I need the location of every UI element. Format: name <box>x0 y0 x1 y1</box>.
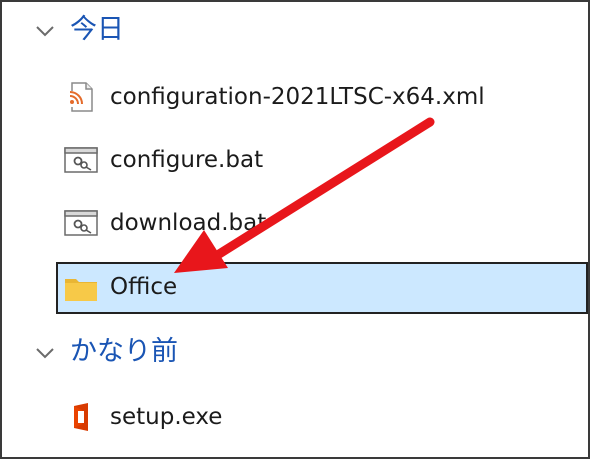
group-header-today[interactable]: 今日 <box>2 10 588 50</box>
file-item-setup-exe[interactable]: setup.exe <box>56 392 588 442</box>
folder-item-office[interactable]: Office <box>56 262 588 314</box>
folder-icon <box>65 279 97 301</box>
file-item-download-bat[interactable]: download.bat <box>56 198 588 248</box>
chevron-down-icon[interactable] <box>35 346 55 360</box>
file-list-window: 今日 configuration-2021LTSC-x64.xml config… <box>0 0 590 459</box>
chevron-down-icon[interactable] <box>35 24 55 38</box>
folder-name: Office <box>110 274 178 300</box>
file-item-configuration-xml[interactable]: configuration-2021LTSC-x64.xml <box>56 72 588 122</box>
group-header-long-ago[interactable]: かなり前 <box>2 332 588 372</box>
file-name: configure.bat <box>110 147 264 173</box>
file-name: configuration-2021LTSC-x64.xml <box>110 84 485 110</box>
office-setup-icon <box>74 403 88 431</box>
xml-file-icon <box>67 82 93 112</box>
group-label-today: 今日 <box>70 14 124 45</box>
file-item-configure-bat[interactable]: configure.bat <box>56 135 588 185</box>
file-name: download.bat <box>110 210 267 236</box>
batch-file-icon <box>64 210 98 236</box>
file-name: setup.exe <box>110 404 223 430</box>
batch-file-icon <box>64 147 98 173</box>
group-label-long-ago: かなり前 <box>70 336 178 367</box>
